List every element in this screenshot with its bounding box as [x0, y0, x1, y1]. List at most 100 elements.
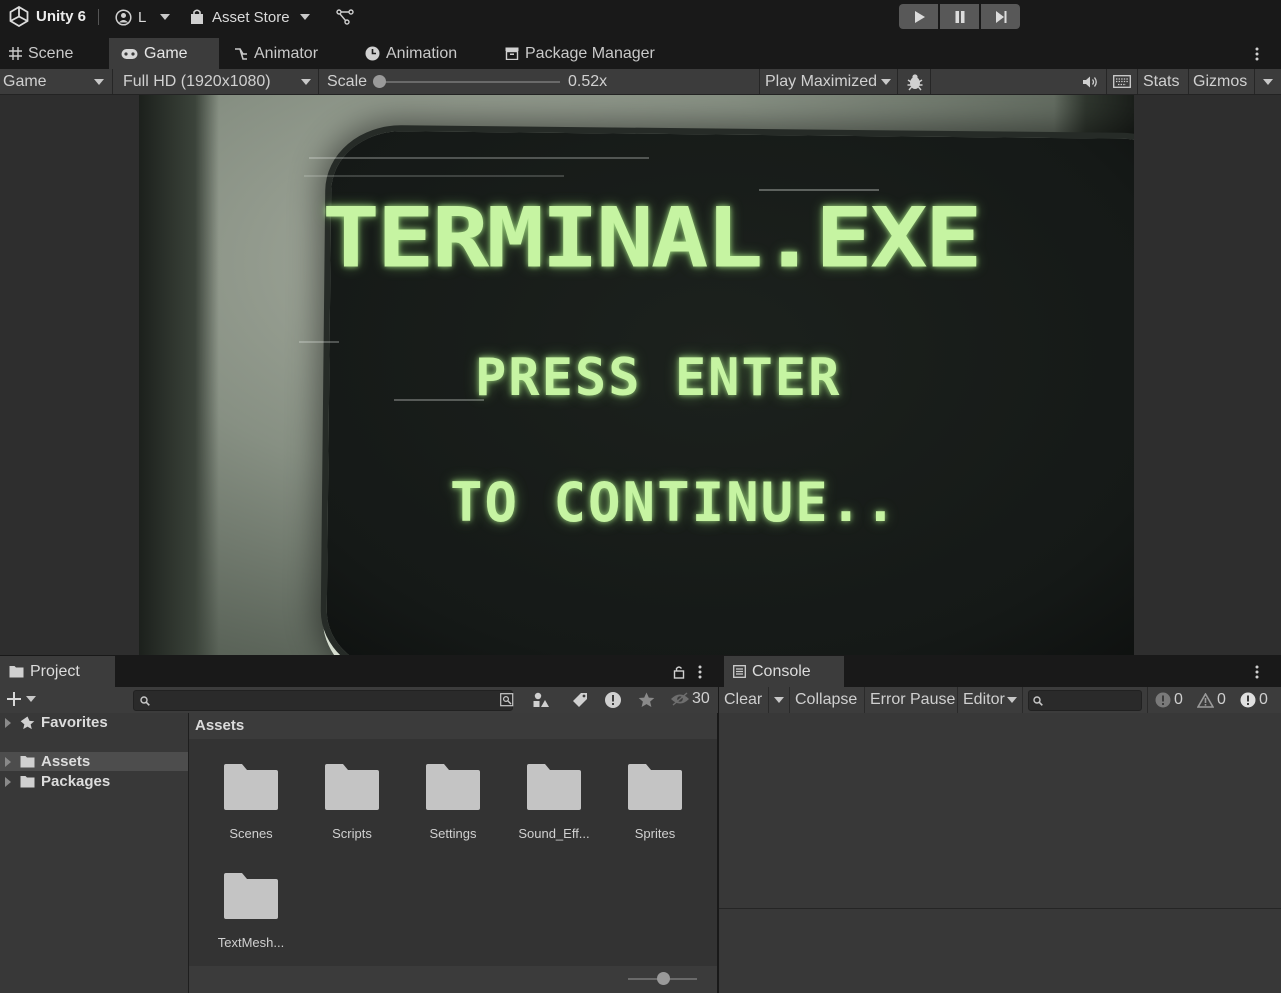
- screen-glare: [304, 175, 564, 177]
- play-button[interactable]: [899, 4, 938, 29]
- unity-version-menu[interactable]: Unity 6: [9, 6, 86, 27]
- log-types-icon[interactable]: [604, 691, 622, 709]
- play-icon: [914, 10, 925, 23]
- folder-item[interactable]: Settings: [403, 764, 503, 841]
- chevron-down-icon: [881, 79, 891, 85]
- info-count-toggle[interactable]: 0: [1155, 687, 1183, 713]
- project-folder-tree: Favorites Assets Packages: [0, 713, 188, 993]
- gamepad-icon: [121, 48, 138, 60]
- error-pause-label: Error Pause: [870, 691, 956, 708]
- editor-label: Editor: [963, 691, 1005, 708]
- folder-icon: [224, 873, 278, 919]
- folder-item[interactable]: Sprites: [605, 764, 705, 841]
- speaker-icon: [1083, 76, 1097, 87]
- gizmos-button[interactable]: Gizmos: [1189, 69, 1255, 94]
- error-count-toggle[interactable]: 0: [1240, 687, 1268, 713]
- chevron-down-icon: [301, 79, 311, 85]
- search-by-type-icon[interactable]: [532, 691, 550, 709]
- pause-button[interactable]: [940, 4, 979, 29]
- error-count: 0: [1259, 691, 1268, 708]
- chevron-down-icon: [94, 79, 104, 85]
- frame-debugger-button[interactable]: [899, 69, 931, 94]
- account-button[interactable]: L: [115, 6, 171, 28]
- resolution-dropdown[interactable]: Full HD (1920x1080): [119, 69, 319, 94]
- more-options-icon[interactable]: [1254, 665, 1260, 679]
- error-icon: [1240, 692, 1256, 708]
- folder-item[interactable]: TextMesh...: [201, 873, 301, 950]
- tree-item-favorites[interactable]: Favorites: [0, 713, 188, 732]
- info-count: 0: [1174, 691, 1183, 708]
- toolbar-divider: [98, 9, 99, 25]
- mute-audio-button[interactable]: [1074, 69, 1107, 94]
- tab-console-label: Console: [752, 662, 811, 680]
- warning-count-toggle[interactable]: 0: [1197, 687, 1226, 713]
- error-pause-toggle[interactable]: Error Pause: [865, 687, 958, 713]
- folder-item[interactable]: Sound_Eff...: [504, 764, 604, 841]
- star-icon: [20, 715, 35, 729]
- tab-game[interactable]: Game: [109, 38, 219, 69]
- folder-icon: [20, 776, 35, 788]
- stats-label: Stats: [1143, 72, 1180, 90]
- tab-animator[interactable]: Animator: [225, 38, 345, 69]
- expand-arrow-icon: [5, 717, 11, 728]
- tree-item-packages[interactable]: Packages: [0, 772, 188, 791]
- tab-console[interactable]: Console: [724, 656, 844, 687]
- folder-icon: [20, 756, 35, 768]
- search-scope-icon[interactable]: [500, 693, 515, 707]
- tab-scene[interactable]: Scene: [0, 38, 108, 69]
- chevron-down-icon: [1006, 697, 1017, 703]
- tab-game-label: Game: [144, 44, 188, 62]
- chevron-down-icon: [26, 696, 36, 702]
- play-mode-label: Play Maximized: [765, 72, 878, 90]
- folder-item[interactable]: Scenes: [201, 764, 301, 841]
- folder-label: Scenes: [229, 826, 273, 841]
- more-options-icon[interactable]: [1254, 47, 1260, 61]
- create-asset-button[interactable]: [6, 691, 36, 707]
- monitor-shadow-left: [139, 95, 219, 655]
- tree-item-assets[interactable]: Assets: [0, 752, 188, 771]
- lock-icon[interactable]: [673, 665, 685, 679]
- more-options-icon[interactable]: [697, 665, 703, 679]
- hidden-packages-toggle[interactable]: 30: [670, 690, 710, 708]
- asset-store-button[interactable]: Asset Store: [190, 6, 310, 28]
- icon-size-slider-thumb[interactable]: [656, 972, 670, 985]
- tab-project[interactable]: Project: [0, 656, 115, 687]
- collapse-toggle[interactable]: Collapse: [790, 687, 865, 713]
- folder-label: Scripts: [332, 826, 372, 841]
- folder-label: Settings: [429, 826, 477, 841]
- clear-button[interactable]: Clear: [719, 687, 769, 713]
- chevron-down-icon: [299, 14, 310, 20]
- tab-animation[interactable]: Animation: [356, 38, 486, 69]
- project-search-input[interactable]: [133, 690, 515, 711]
- gizmos-dropdown[interactable]: [1255, 69, 1281, 94]
- animator-icon: [234, 47, 248, 61]
- play-mode-dropdown[interactable]: Play Maximized: [761, 69, 898, 94]
- scale-slider-thumb[interactable]: [373, 75, 386, 88]
- game-render[interactable]: TERMINAL.EXE PRESS ENTER TO CONTINUE..: [139, 95, 1134, 655]
- pause-icon: [955, 10, 964, 23]
- label-tag-icon[interactable]: [571, 691, 589, 709]
- version-control-icon[interactable]: [336, 8, 354, 26]
- clock-icon: [365, 46, 380, 61]
- editor-tab-bar: Scene Game Animator Animation Package Ma…: [0, 38, 1281, 69]
- tab-package-manager[interactable]: Package Manager: [496, 38, 666, 69]
- step-button[interactable]: [981, 4, 1020, 29]
- console-search-input[interactable]: [1028, 690, 1142, 711]
- display-dropdown[interactable]: Game: [0, 69, 113, 94]
- folder-icon: [628, 764, 682, 810]
- stats-button[interactable]: Stats: [1139, 69, 1189, 94]
- display-label: Game: [3, 72, 47, 90]
- bug-icon: [907, 73, 922, 90]
- scale-slider-track[interactable]: [378, 81, 560, 83]
- breadcrumb[interactable]: Assets: [195, 717, 244, 734]
- hidden-count: 30: [692, 690, 710, 707]
- project-panel-tabbar: Project: [0, 656, 718, 687]
- editor-target-dropdown[interactable]: Editor: [958, 687, 1023, 713]
- clear-options-dropdown[interactable]: [769, 687, 790, 713]
- tab-package-manager-label: Package Manager: [525, 44, 655, 62]
- folder-item[interactable]: Scripts: [302, 764, 402, 841]
- tab-animator-label: Animator: [254, 44, 319, 62]
- game-title: TERMINAL.EXE: [322, 190, 983, 287]
- star-filter-icon[interactable]: [638, 692, 655, 708]
- shortcuts-button[interactable]: [1107, 69, 1138, 94]
